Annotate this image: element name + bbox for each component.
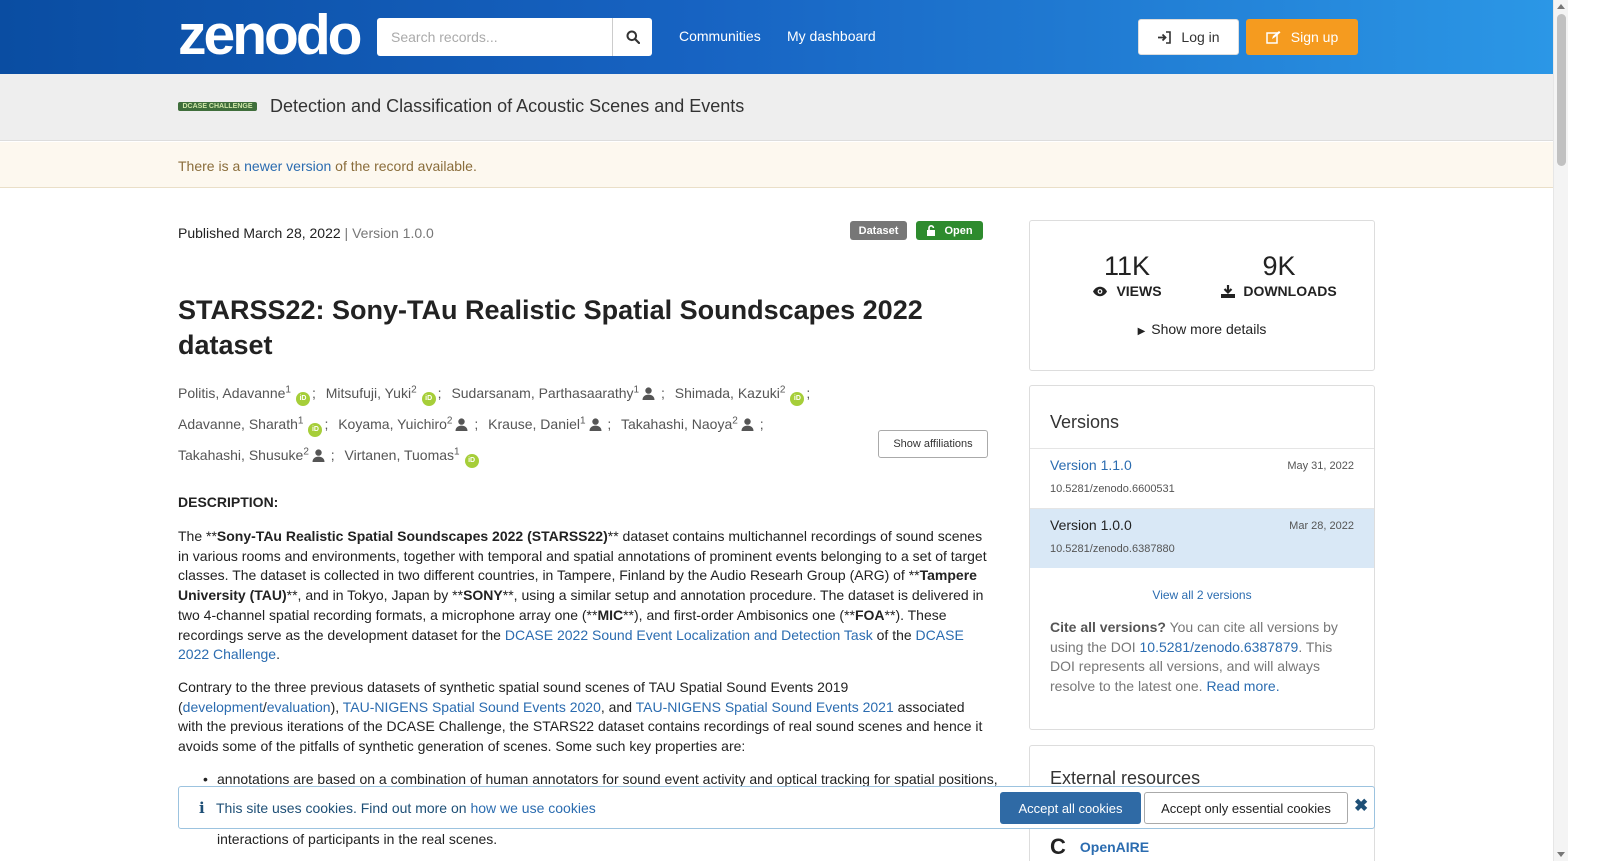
login-button[interactable]: Log in	[1138, 19, 1239, 55]
show-more-details[interactable]: ▶ Show more details	[1030, 321, 1374, 337]
orcid-icon[interactable]: iD	[790, 391, 805, 406]
description-paragraph-1: The **Sony-TAu Realistic Spatial Soundsc…	[178, 528, 987, 663]
description-paragraph-2: Contrary to the three previous datasets …	[178, 679, 983, 755]
stats-card: 11K VIEWS 9K DOWNLOADS ▶ Show more detail…	[1029, 220, 1375, 371]
views-stat: 11K VIEWS	[1092, 251, 1162, 299]
versions-heading: Versions	[1050, 412, 1120, 432]
author[interactable]: Krause, Daniel1	[488, 415, 602, 432]
version-label: Version 1.0.0	[1050, 517, 1132, 533]
cookie-banner: i This site uses cookies. Find out more …	[178, 786, 1375, 829]
community-banner: DCASE CHALLENGE Detection and Classifica…	[0, 74, 1553, 141]
version-row-current[interactable]: Version 1.0.0 Mar 28, 2022 10.5281/zenod…	[1030, 508, 1374, 568]
person-icon	[312, 444, 325, 471]
description-link[interactable]: TAU-NIGENS Spatial Sound Events 2021	[636, 699, 894, 715]
page-scrollbar[interactable]	[1553, 0, 1568, 861]
orcid-icon[interactable]: iD	[308, 422, 323, 437]
newer-version-link[interactable]: newer version	[244, 158, 331, 174]
scroll-down-arrow[interactable]	[1557, 852, 1565, 857]
publication-info: Published March 28, 2022 | Version 1.0.0	[178, 225, 434, 241]
record-title: STARSS22: Sony-TAu Realistic Spatial Sou…	[178, 295, 923, 360]
versions-card: Versions Version 1.1.0 May 31, 2022 10.5…	[1029, 385, 1375, 730]
edit-icon	[1266, 31, 1281, 44]
orcid-icon[interactable]: iD	[464, 453, 479, 468]
download-icon	[1221, 284, 1236, 298]
scroll-up-arrow[interactable]	[1557, 4, 1565, 9]
accept-essential-cookies-button[interactable]: Accept only essential cookies	[1144, 792, 1348, 824]
description-link[interactable]: evaluation	[267, 699, 331, 715]
openaire-item[interactable]: C OpenAIRE	[1050, 834, 1149, 860]
cookie-policy-link[interactable]: how we use cookies	[470, 800, 595, 816]
author[interactable]: Virtanen, Tuomas1iD	[345, 446, 479, 468]
downloads-stat: 9K DOWNLOADS	[1220, 251, 1338, 299]
author[interactable]: Politis, Adavanne1iD	[178, 384, 310, 406]
person-icon	[455, 413, 468, 440]
view-all-versions-link[interactable]: View all 2 versions	[1030, 588, 1374, 602]
search-button[interactable]	[612, 18, 652, 56]
close-icon[interactable]: ✖	[1354, 796, 1368, 816]
author[interactable]: Sudarsanam, Parthasaarathy1	[451, 384, 655, 401]
search-icon	[626, 30, 640, 44]
signup-label: Sign up	[1290, 29, 1339, 45]
orcid-icon[interactable]: iD	[295, 391, 310, 406]
person-icon	[589, 413, 602, 440]
description-link[interactable]: development	[183, 699, 263, 715]
search-bar	[377, 18, 652, 56]
description-link[interactable]: DCASE 2022 Sound Event Localization and …	[505, 627, 873, 643]
dcase-logo[interactable]: DCASE CHALLENGE	[178, 102, 257, 111]
author[interactable]: Mitsufuji, Yuki2iD	[326, 384, 436, 406]
scrollbar-thumb[interactable]	[1557, 14, 1566, 166]
open-access-badge: Open	[916, 221, 983, 240]
person-icon	[642, 382, 655, 409]
top-navbar: zenodo Communities My dashboard Log in S…	[0, 0, 1553, 74]
eye-icon	[1093, 286, 1108, 296]
description-link[interactable]: TAU-NIGENS Spatial Sound Events 2020	[343, 699, 601, 715]
orcid-icon[interactable]: iD	[421, 391, 436, 406]
accept-all-cookies-button[interactable]: Accept all cookies	[1000, 792, 1141, 824]
author[interactable]: Takahashi, Shusuke2	[178, 446, 325, 463]
login-label: Log in	[1181, 29, 1220, 45]
dataset-badge: Dataset	[850, 221, 907, 240]
author[interactable]: Adavanne, Sharath1iD	[178, 415, 323, 437]
version-link[interactable]: Version 1.1.0	[1050, 457, 1132, 473]
show-affiliations-button[interactable]: Show affiliations	[878, 430, 988, 458]
search-input[interactable]	[377, 18, 612, 56]
zenodo-logo[interactable]: zenodo	[178, 6, 362, 64]
author[interactable]: Takahashi, Naoya2	[621, 415, 754, 432]
cite-all-versions: Cite all versions? You can cite all vers…	[1050, 619, 1338, 695]
description-heading: DESCRIPTION:	[178, 494, 279, 510]
nav-communities[interactable]: Communities	[679, 28, 761, 44]
unlock-icon	[927, 225, 936, 236]
signup-button[interactable]: Sign up	[1246, 19, 1358, 55]
info-icon: i	[199, 799, 205, 817]
version-row[interactable]: Version 1.1.0 May 31, 2022 10.5281/zenod…	[1030, 448, 1374, 508]
newer-version-notice: There is a newer version of the record a…	[0, 142, 1553, 188]
nav-my-dashboard[interactable]: My dashboard	[787, 28, 876, 44]
community-title[interactable]: Detection and Classification of Acoustic…	[270, 96, 744, 117]
openaire-icon: C	[1050, 834, 1066, 859]
concept-doi-link[interactable]: 10.5281/zenodo.6387879	[1140, 639, 1299, 655]
list-item: interactions of participants in the real…	[217, 830, 498, 847]
author[interactable]: Shimada, Kazuki2iD	[675, 384, 805, 406]
author-list: Politis, Adavanne1iD; Mitsufuji, Yuki2iD…	[178, 377, 878, 470]
person-icon	[741, 413, 754, 440]
read-more-link[interactable]: Read more.	[1206, 678, 1279, 694]
sign-in-icon	[1158, 30, 1172, 44]
caret-right-icon: ▶	[1137, 326, 1146, 337]
author[interactable]: Koyama, Yuichiro2	[338, 415, 468, 432]
